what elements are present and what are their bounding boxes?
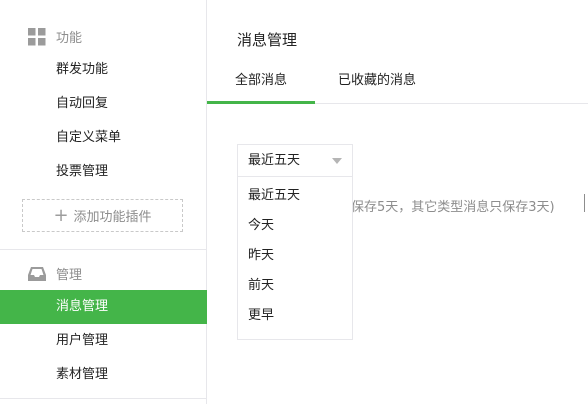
sidebar-section-title: 管理 bbox=[56, 268, 83, 283]
sidebar-item-material-management[interactable]: 素材管理 bbox=[0, 358, 207, 392]
date-option-day-before-yesterday[interactable]: 前天 bbox=[238, 271, 352, 301]
sidebar-item-message-management[interactable]: 消息管理 bbox=[0, 290, 207, 324]
date-option-yesterday[interactable]: 昨天 bbox=[238, 241, 352, 271]
sidebar-section-title: 功能 bbox=[56, 31, 83, 46]
date-filter-menu: 最近五天 今天 昨天 前天 更早 bbox=[237, 176, 353, 340]
message-tabs: 全部消息 已收藏的消息 bbox=[207, 62, 588, 104]
sidebar-section-features: 功能 bbox=[0, 21, 207, 51]
date-option-earlier[interactable]: 更早 bbox=[238, 301, 352, 331]
caret-down-icon bbox=[332, 158, 342, 164]
sidebar-item-user-management[interactable]: 用户管理 bbox=[0, 324, 207, 358]
grid-icon bbox=[28, 28, 46, 46]
page-title: 消息管理 bbox=[237, 31, 298, 49]
date-filter-dropdown: 最近五天 最近五天 今天 昨天 前天 更早 bbox=[237, 144, 353, 340]
sidebar-item-vote-management[interactable]: 投票管理 bbox=[0, 155, 207, 189]
add-plugin-button[interactable]: + 添加功能插件 bbox=[22, 199, 183, 232]
text-cursor-bar bbox=[584, 194, 585, 212]
retention-note: 保存5天，其它类型消息只保存3天) bbox=[351, 200, 555, 215]
sidebar-divider bbox=[0, 249, 207, 250]
add-plugin-label: 添加功能插件 bbox=[73, 210, 152, 225]
date-filter-selected: 最近五天 bbox=[248, 153, 301, 168]
sidebar: 功能 群发功能 自动回复 自定义菜单 投票管理 + 添加功能插件 管理 消息管理… bbox=[0, 0, 207, 404]
date-filter-select[interactable]: 最近五天 bbox=[237, 144, 353, 176]
sidebar-item-auto-reply[interactable]: 自动回复 bbox=[0, 87, 207, 121]
plus-icon: + bbox=[53, 204, 69, 226]
inbox-tray-icon bbox=[28, 267, 46, 281]
sidebar-divider bbox=[0, 398, 207, 399]
tab-starred-messages[interactable]: 已收藏的消息 bbox=[315, 62, 439, 104]
date-option-last-five-days[interactable]: 最近五天 bbox=[238, 181, 352, 211]
sidebar-item-custom-menu[interactable]: 自定义菜单 bbox=[0, 121, 207, 155]
main-panel: 消息管理 全部消息 已收藏的消息 保存5天，其它类型消息只保存3天) 最近五天 … bbox=[207, 0, 588, 404]
sidebar-section-management: 管理 bbox=[0, 258, 207, 288]
sidebar-item-mass-send[interactable]: 群发功能 bbox=[0, 53, 207, 87]
tab-all-messages[interactable]: 全部消息 bbox=[207, 62, 315, 104]
date-option-today[interactable]: 今天 bbox=[238, 211, 352, 241]
